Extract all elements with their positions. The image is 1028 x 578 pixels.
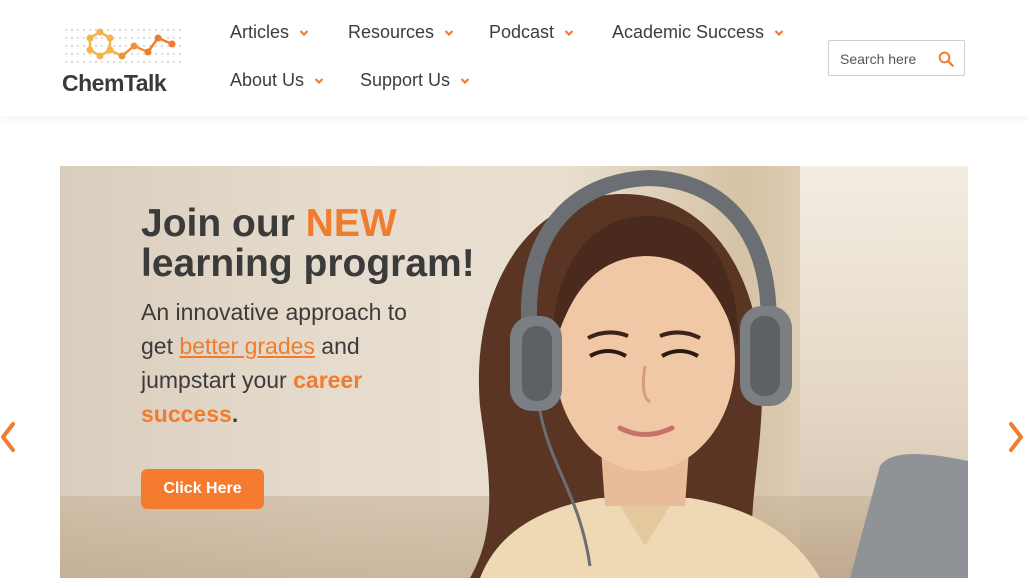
hero-title-new: NEW — [305, 202, 397, 245]
logo-text-chem: Chem — [62, 70, 124, 96]
hero-title-suffix: learning program! — [141, 242, 475, 285]
student-photo — [470, 169, 968, 578]
hero-subtitle: An innovative approach to get better gra… — [141, 295, 431, 431]
nav-label: Articles — [230, 22, 290, 42]
chevron-down-icon — [564, 29, 574, 36]
nav-label: Podcast — [489, 22, 555, 42]
search-box — [828, 40, 965, 76]
hero-sub-period: . — [231, 401, 239, 427]
logo-wordmark: ChemTalk — [62, 70, 167, 97]
hero-title-prefix: Join our — [141, 202, 306, 245]
click-here-button[interactable]: Click Here — [141, 469, 264, 509]
chevron-down-icon — [774, 29, 784, 36]
nav-item-academic-success[interactable]: Academic Success — [612, 22, 784, 43]
molecule-logo-icon — [65, 28, 181, 63]
nav-item-support-us[interactable]: Support Us — [360, 70, 470, 91]
chevron-down-icon — [444, 29, 454, 36]
nav-label: Academic Success — [612, 22, 765, 42]
hero-banner: Join our NEW learning program! An innova… — [60, 166, 968, 578]
nav-item-articles[interactable]: Articles — [230, 22, 309, 43]
chevron-down-icon — [299, 29, 309, 36]
nav-item-about-us[interactable]: About Us — [230, 70, 324, 91]
site-header: ChemTalk Articles Resources Podcast Acad… — [0, 0, 1028, 116]
chevron-down-icon — [314, 77, 324, 84]
nav-label: Resources — [348, 22, 435, 42]
logo-text-talk: Talk — [123, 70, 167, 96]
better-grades-link[interactable]: better grades — [179, 333, 315, 359]
nav-item-resources[interactable]: Resources — [348, 22, 454, 43]
chevron-right-icon[interactable] — [1006, 420, 1026, 454]
search-icon[interactable] — [937, 50, 955, 68]
chevron-down-icon — [460, 77, 470, 84]
chevron-left-icon[interactable] — [0, 420, 20, 454]
nav-item-podcast[interactable]: Podcast — [489, 22, 574, 43]
nav-label: About Us — [230, 70, 305, 90]
search-input[interactable] — [840, 49, 932, 69]
nav-label: Support Us — [360, 70, 451, 90]
chemtalk-logo[interactable]: ChemTalk — [60, 24, 192, 96]
hero-title: Join our NEW learning program! — [141, 204, 501, 284]
